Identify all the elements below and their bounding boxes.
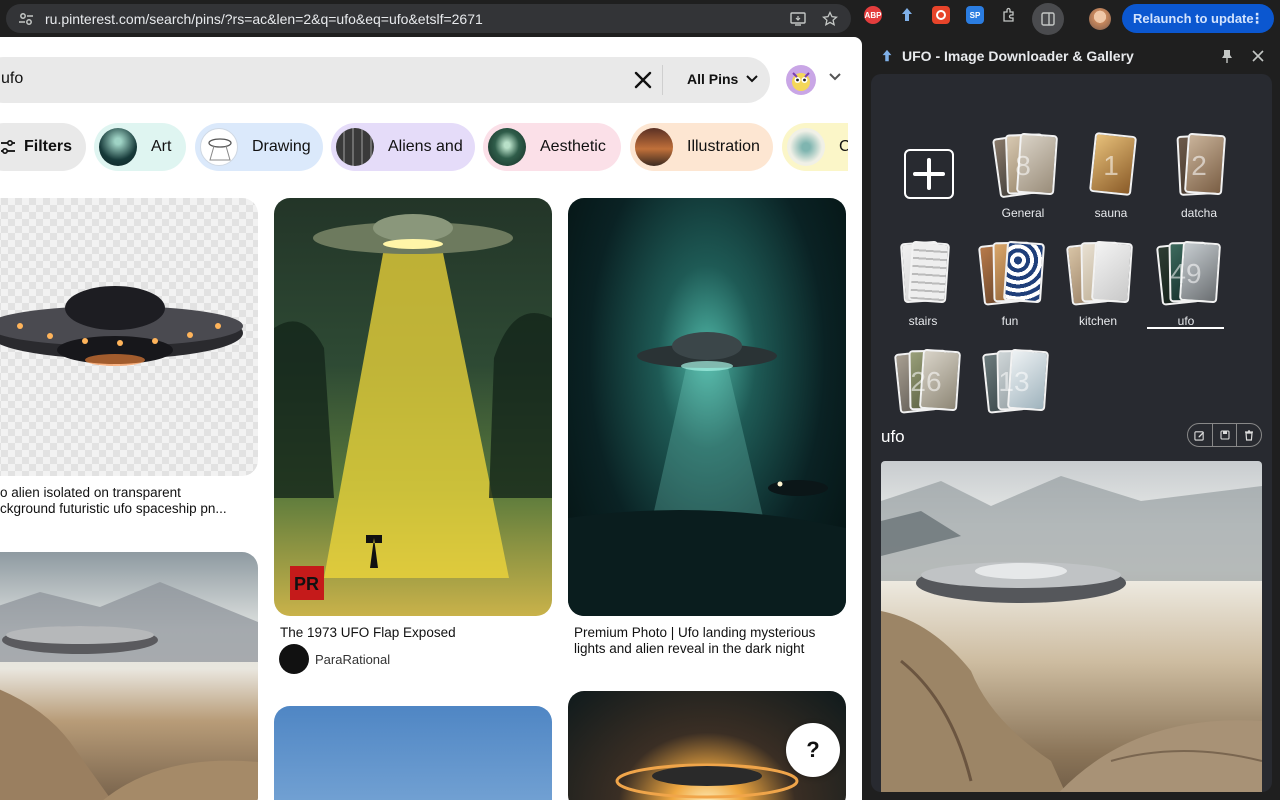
album-unnamed-2[interactable]: 13 — [974, 348, 1054, 422]
chip-thumbnail — [635, 128, 673, 166]
album-general[interactable]: 8 General — [983, 132, 1063, 220]
album-ufo[interactable]: 49 ufo — [1146, 240, 1226, 328]
svg-text:PR: PR — [294, 574, 319, 594]
selected-album-indicator — [1147, 327, 1224, 329]
album-datcha[interactable]: 2 datcha — [1159, 132, 1239, 220]
pin-image-1973-ufo[interactable]: PR — [274, 198, 552, 616]
gallery-title: ufo — [881, 427, 905, 446]
chevron-down-icon — [746, 75, 759, 83]
filter-chips: Filters Art Drawing Aliens and Aesthetic… — [0, 123, 848, 171]
bookmark-star-icon[interactable] — [821, 10, 839, 28]
pin-title[interactable]: o alien isolated on transparent ckground… — [0, 485, 258, 517]
clear-search-icon[interactable] — [632, 69, 654, 91]
record-extension-icon[interactable] — [932, 6, 950, 24]
pin-author[interactable]: ParaRational — [279, 644, 390, 674]
account-chevron-icon[interactable] — [829, 73, 841, 81]
pin-image-ufo-canyon[interactable] — [0, 552, 258, 800]
album-stairs[interactable]: stairs — [883, 240, 963, 328]
chip-thumbnail — [200, 128, 238, 166]
help-button[interactable]: ? — [786, 723, 840, 777]
chip-aesthetic[interactable]: Aesthetic — [483, 123, 621, 171]
sp-extension-icon[interactable]: SP — [966, 6, 984, 24]
divider — [662, 65, 663, 95]
search-input[interactable]: ufo — [1, 70, 23, 88]
extensions-puzzle-icon[interactable] — [1000, 6, 1018, 24]
album-unnamed-1[interactable]: 26 — [886, 348, 966, 422]
pin-image-ufo-transparent[interactable] — [0, 198, 258, 476]
chip-illustration[interactable]: Illustration — [630, 123, 773, 171]
gallery-preview-image[interactable] — [881, 461, 1262, 792]
chip-aliens[interactable]: Aliens and — [331, 123, 475, 171]
filters-sliders-icon — [1, 140, 15, 154]
author-avatar — [279, 644, 309, 674]
chip-more[interactable]: Ca — [782, 123, 848, 171]
pin-image-sky[interactable] — [274, 706, 552, 800]
close-panel-icon[interactable] — [1252, 50, 1264, 62]
album-fun[interactable]: fun — [970, 240, 1050, 328]
url-text[interactable]: ru.pinterest.com/search/pins/?rs=ac&len=… — [45, 11, 483, 27]
install-app-icon[interactable] — [789, 10, 807, 28]
chip-thumbnail — [99, 128, 137, 166]
trash-icon[interactable] — [1236, 424, 1261, 446]
chip-thumbnail — [787, 128, 825, 166]
side-panel-toggle-icon[interactable] — [1032, 3, 1064, 35]
pinterest-page: ufo All Pins Filters Art Drawing Aliens … — [0, 37, 862, 800]
pin-panel-icon[interactable] — [1221, 49, 1233, 63]
browser-toolbar: ru.pinterest.com/search/pins/?rs=ac&len=… — [0, 0, 1280, 37]
search-scope-dropdown[interactable]: All Pins — [687, 71, 759, 87]
add-album-button[interactable] — [904, 149, 954, 199]
relaunch-button[interactable]: Relaunch to update ⋮ — [1122, 4, 1274, 33]
site-settings-icon[interactable] — [18, 11, 34, 27]
save-icon[interactable] — [1211, 424, 1237, 446]
chip-drawing[interactable]: Drawing — [195, 123, 323, 171]
pin-title[interactable]: The 1973 UFO Flap Exposed — [280, 625, 550, 641]
chip-art[interactable]: Art — [94, 123, 186, 171]
album-kitchen[interactable]: kitchen — [1058, 240, 1138, 328]
panel-header: UFO - Image Downloader & Gallery — [863, 37, 1280, 75]
album-sauna[interactable]: 1 sauna — [1071, 131, 1151, 220]
ufo-extension-icon[interactable] — [898, 6, 916, 24]
user-avatar[interactable] — [786, 65, 816, 95]
chip-thumbnail — [336, 128, 374, 166]
plus-icon — [913, 158, 945, 190]
adblock-extension-icon[interactable]: ABP — [864, 6, 882, 24]
more-menu-icon[interactable]: ⋮ — [1250, 10, 1264, 27]
profile-avatar[interactable] — [1089, 8, 1111, 30]
gallery-body: 8 General 1 sauna 2 datcha stairs fun ki… — [871, 74, 1272, 792]
panel-title: UFO - Image Downloader & Gallery — [902, 48, 1134, 64]
chip-thumbnail — [488, 128, 526, 166]
pin-title[interactable]: Premium Photo | Ufo landing mysterious l… — [574, 625, 844, 657]
gallery-toolbar — [1187, 423, 1262, 447]
address-bar[interactable]: ru.pinterest.com/search/pins/?rs=ac&len=… — [6, 4, 851, 33]
search-bar[interactable]: ufo All Pins — [0, 57, 770, 103]
ufo-logo-icon — [882, 49, 892, 62]
filters-button[interactable]: Filters — [0, 123, 86, 171]
edit-icon[interactable] — [1188, 424, 1212, 446]
extension-side-panel: UFO - Image Downloader & Gallery 8 Gener… — [863, 37, 1280, 800]
pin-image-ufo-night[interactable] — [568, 198, 846, 616]
